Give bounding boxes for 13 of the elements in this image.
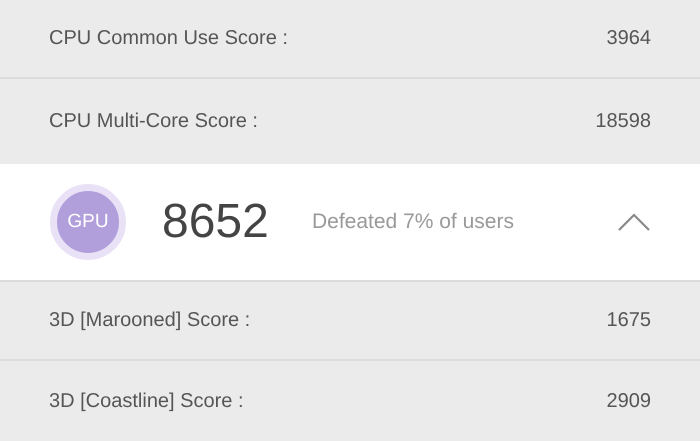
score-value: 1675 <box>606 309 651 332</box>
gpu-header[interactable]: GPU 8652 Defeated 7% of users <box>0 164 700 282</box>
gpu-score: 8652 <box>162 194 270 250</box>
gpu-badge: GPU <box>50 184 126 260</box>
score-label: CPU Common Use Score : <box>49 26 288 50</box>
score-value: 18598 <box>595 110 651 133</box>
score-value: 3964 <box>606 26 651 50</box>
gpu-summary: Defeated 7% of users <box>312 210 515 234</box>
score-value: 2909 <box>606 390 651 413</box>
score-label: 3D [Marooned] Score : <box>49 309 250 332</box>
score-label: CPU Multi-Core Score : <box>49 110 258 133</box>
score-label: 3D [Coastline] Score : <box>49 390 244 413</box>
chevron-icon[interactable] <box>618 212 650 231</box>
